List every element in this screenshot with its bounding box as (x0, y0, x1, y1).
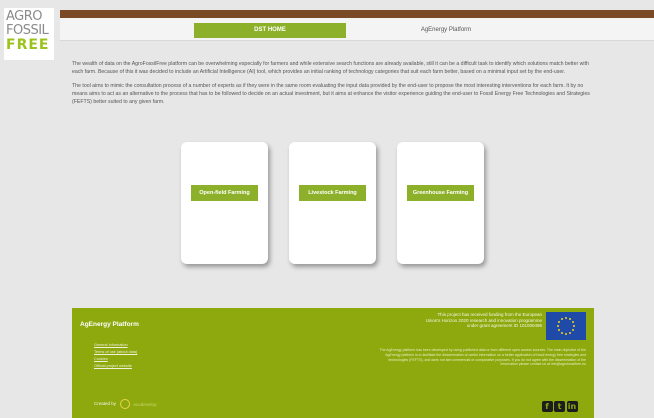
intro-text: The wealth of data on the AgroFossilFree… (72, 60, 592, 112)
ecodevelop-wordmark[interactable]: ecodevelop (134, 402, 157, 407)
ecodevelop-logo-icon[interactable] (120, 399, 131, 409)
livestock-farming-button[interactable]: Livestock Farming (299, 185, 366, 201)
footer-disclaimer: The AgEnergy platform has been developed… (379, 348, 587, 367)
footer-links: General Information Terms of use (about … (94, 342, 137, 370)
agrofossilfree-logo[interactable]: AGRO FOSSIL FREE (4, 8, 54, 60)
card-greenhouse[interactable]: Greenhouse Farming (397, 142, 484, 264)
footer-link-project-website[interactable]: Official project website (94, 363, 137, 370)
footer-title: AgEnergy Platform (80, 321, 139, 328)
logo-line-agro: AGRO (6, 9, 43, 24)
card-open-field[interactable]: Open-field Farming (181, 142, 268, 264)
top-color-bar (60, 10, 654, 18)
logo-line-fossil: FOSSIL (6, 23, 49, 38)
footer: AgEnergy Platform General Information Te… (72, 308, 594, 418)
intro-paragraph-2: The tool aims to mimic the consultation … (72, 83, 590, 105)
tab-agenergy-platform[interactable]: AgEnergy Platform (370, 23, 522, 38)
created-by: Created by ecodevelop (94, 399, 157, 409)
card-livestock[interactable]: Livestock Farming (289, 142, 376, 264)
logo-line-free: FREE (6, 37, 50, 53)
twitter-icon[interactable]: t (554, 401, 565, 412)
greenhouse-farming-button[interactable]: Greenhouse Farming (407, 185, 474, 201)
footer-link-general-info[interactable]: General Information (94, 342, 137, 349)
footer-link-cookies[interactable]: Cookies (94, 356, 137, 363)
linkedin-icon[interactable]: in (566, 401, 578, 412)
intro-paragraph-1: The wealth of data on the AgroFossilFree… (72, 61, 589, 75)
facebook-icon[interactable]: f (541, 401, 553, 412)
open-field-farming-button[interactable]: Open-field Farming (191, 185, 258, 201)
social-links: f t in (540, 396, 578, 414)
eu-flag-icon (546, 312, 586, 340)
created-by-label: Created by (94, 401, 117, 407)
tab-dst-home[interactable]: DST HOME (194, 23, 346, 38)
tab-bar: DST HOME AgEnergy Platform (60, 18, 654, 41)
funding-statement: This project has received funding from t… (425, 312, 542, 328)
footer-link-terms[interactable]: Terms of use (about data) (94, 349, 137, 356)
